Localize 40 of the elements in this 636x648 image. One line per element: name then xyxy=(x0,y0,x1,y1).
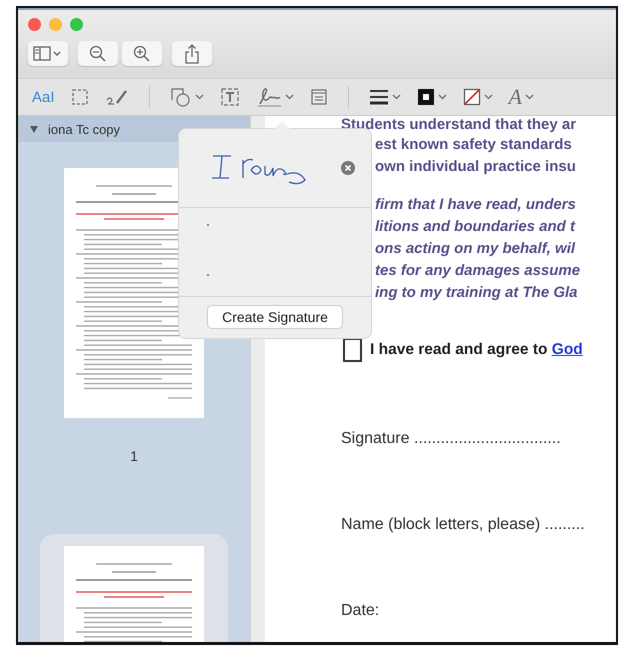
sidebar-toggle-button[interactable] xyxy=(28,41,68,66)
dashed-rectangle-icon xyxy=(70,88,89,106)
line-weight-icon xyxy=(368,89,389,105)
chevron-down-icon xyxy=(484,94,493,100)
zoom-in-button[interactable] xyxy=(122,41,162,66)
note-icon xyxy=(310,88,328,106)
sidebar-icon xyxy=(33,46,63,62)
document-text: own individual practice insu xyxy=(375,157,576,177)
zoom-out-button[interactable] xyxy=(78,41,118,66)
close-window-button[interactable] xyxy=(28,18,41,31)
form-field-label: Signature ................................. xyxy=(341,430,561,448)
page-number: 1 xyxy=(130,448,138,464)
agreement-text: I have read and agree to God xyxy=(370,341,583,359)
remove-signature-icon[interactable] xyxy=(341,161,355,175)
document-text: tes for any damages assume xyxy=(375,261,580,281)
document-text: est known safety standards xyxy=(375,135,572,155)
document-text: firm that I have read, unders xyxy=(375,195,576,215)
chevron-down-icon xyxy=(392,94,401,100)
document-text: ons acting on my behalf, wil xyxy=(375,239,576,259)
pen-icon xyxy=(104,88,129,106)
terms-link[interactable]: God xyxy=(552,341,583,358)
share-icon xyxy=(184,44,200,64)
signature-icon xyxy=(256,86,282,108)
no-fill-icon xyxy=(462,88,481,106)
create-signature-button[interactable]: Create Signature xyxy=(207,305,343,329)
chevron-down-icon xyxy=(524,94,534,100)
chevron-down-icon xyxy=(284,94,294,100)
text-box-icon xyxy=(220,87,240,107)
document-text: ing to my training at The Gla xyxy=(375,283,578,303)
share-button[interactable] xyxy=(172,41,212,66)
document-text: litions and boundaries and t xyxy=(375,217,576,237)
chevron-down-icon xyxy=(194,94,204,100)
shapes-icon xyxy=(170,87,192,107)
form-field-label: Name (block letters, please) ......... xyxy=(341,516,585,534)
chevron-down-icon xyxy=(438,94,447,100)
font-tool[interactable]: A xyxy=(504,82,538,112)
form-field-label: Date: xyxy=(341,602,380,620)
zoom-in-icon xyxy=(133,44,151,62)
border-color-icon xyxy=(416,88,435,106)
zoom-out-icon xyxy=(89,44,107,62)
